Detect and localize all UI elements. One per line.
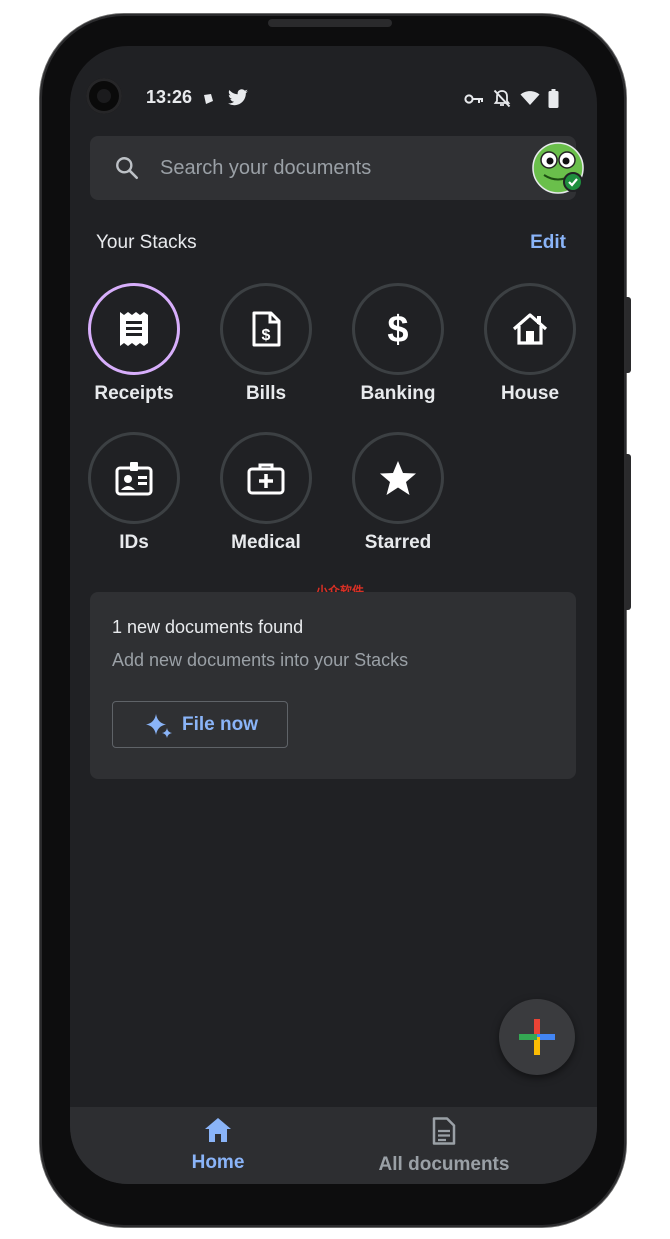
stack-circle[interactable]: $ xyxy=(352,283,444,375)
svg-text:$: $ xyxy=(262,327,271,344)
card-title: 1 new documents found xyxy=(112,617,304,637)
stack-circle[interactable] xyxy=(352,432,444,524)
stack-bills[interactable]: $ Bills xyxy=(200,283,332,405)
stack-label: IDs xyxy=(119,532,149,553)
medical-kit-icon xyxy=(247,463,285,495)
nav-all-documents-label: All documents xyxy=(378,1154,510,1175)
stack-house[interactable]: House xyxy=(464,283,596,405)
nav-all-documents[interactable]: All documents xyxy=(344,1117,544,1176)
file-now-button[interactable]: File now xyxy=(112,701,288,748)
account-avatar[interactable] xyxy=(532,142,584,194)
stack-label: Bills xyxy=(245,383,287,404)
nav-home-label: Home xyxy=(191,1152,245,1173)
stack-circle[interactable] xyxy=(484,283,576,375)
file-now-label: File now xyxy=(182,714,258,735)
svg-text:$: $ xyxy=(387,309,408,349)
status-time: 13:26 xyxy=(146,87,193,107)
house-icon xyxy=(512,313,548,345)
frog-avatar-icon xyxy=(532,142,584,194)
front-camera xyxy=(86,78,122,114)
stack-banking[interactable]: $ Banking xyxy=(332,283,464,405)
search-icon xyxy=(116,157,139,180)
home-icon xyxy=(205,1118,231,1142)
stack-starred[interactable]: Starred xyxy=(332,432,464,554)
screen: 13:26 Search your documents Your Stacks … xyxy=(70,46,597,1184)
stacks-title: Your Stacks xyxy=(96,232,197,253)
add-document-fab[interactable] xyxy=(499,999,575,1075)
power-button xyxy=(626,297,631,373)
card-subtitle: Add new documents into your Stacks xyxy=(112,650,409,670)
volume-button xyxy=(626,454,631,610)
search-placeholder[interactable]: Search your documents xyxy=(160,157,371,180)
nav-home[interactable]: Home xyxy=(118,1117,318,1174)
phone-frame: 13:26 Search your documents Your Stacks … xyxy=(40,14,631,1227)
stack-receipts[interactable]: Receipts xyxy=(70,283,200,405)
twitter-icon xyxy=(228,89,248,106)
id-card-icon xyxy=(115,462,153,496)
receipt-icon xyxy=(120,312,148,346)
earpiece-speaker xyxy=(268,19,392,27)
stack-circle[interactable] xyxy=(88,432,180,524)
star-icon xyxy=(380,461,416,495)
stack-circle[interactable] xyxy=(220,432,312,524)
stack-medical[interactable]: Medical xyxy=(200,432,332,554)
wifi-icon xyxy=(520,91,540,105)
bill-icon: $ xyxy=(252,311,281,347)
plus-icon xyxy=(519,1019,555,1055)
bottom-navigation: Home All documents xyxy=(70,1107,597,1184)
document-icon xyxy=(432,1117,456,1145)
stack-label: Starred xyxy=(364,532,432,553)
battery-icon xyxy=(548,89,559,108)
stack-label: Medical xyxy=(231,532,301,553)
stack-label: House xyxy=(500,383,560,404)
new-documents-card: 1 new documents found Add new documents … xyxy=(90,592,576,779)
stack-ids[interactable]: IDs xyxy=(70,432,200,554)
notification-dot-icon xyxy=(204,94,213,104)
sparkle-icon xyxy=(146,714,172,738)
search-bar[interactable]: Search your documents xyxy=(90,136,584,200)
stack-label: Receipts xyxy=(94,383,174,404)
notifications-off-icon xyxy=(493,89,511,108)
stack-label: Banking xyxy=(360,383,436,404)
dollar-icon: $ xyxy=(387,309,408,349)
stack-circle[interactable]: $ xyxy=(220,283,312,375)
stack-circle[interactable] xyxy=(88,283,180,375)
vpn-key-icon xyxy=(464,94,483,104)
edit-stacks-button[interactable]: Edit xyxy=(530,232,566,254)
